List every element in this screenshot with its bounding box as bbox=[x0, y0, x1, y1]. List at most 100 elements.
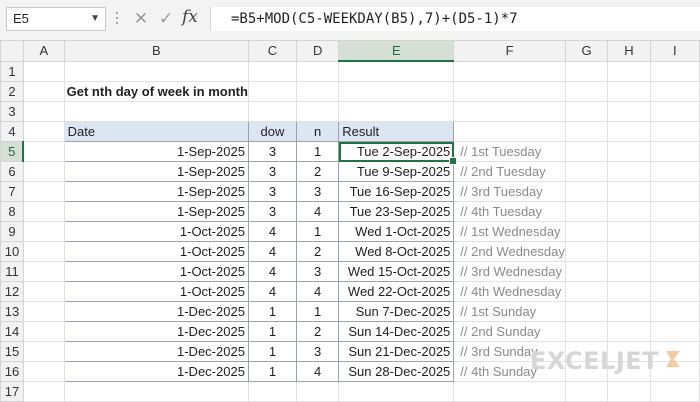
cell-f3[interactable] bbox=[453, 101, 566, 122]
cell-d15[interactable]: 3 bbox=[296, 341, 340, 362]
fx-icon[interactable]: fx bbox=[182, 7, 198, 27]
cell-a15[interactable] bbox=[22, 341, 65, 362]
column-header-f[interactable]: F bbox=[453, 40, 566, 62]
cell-b13[interactable]: 1-Dec-2025 bbox=[63, 301, 249, 322]
row-header-7[interactable]: 7 bbox=[0, 181, 24, 202]
cell-e3[interactable] bbox=[338, 101, 455, 122]
cell-i11[interactable] bbox=[649, 261, 700, 282]
cell-d10[interactable]: 2 bbox=[296, 241, 340, 262]
row-header-9[interactable]: 9 bbox=[0, 221, 24, 242]
cell-i14[interactable] bbox=[649, 321, 700, 342]
cell-c13[interactable]: 1 bbox=[247, 301, 298, 322]
row-header-2[interactable]: 2 bbox=[0, 81, 24, 102]
cell-c9[interactable]: 4 bbox=[247, 221, 298, 242]
cell-i6[interactable] bbox=[649, 161, 700, 182]
cell-b1[interactable] bbox=[63, 60, 249, 82]
row-header-11[interactable]: 11 bbox=[0, 261, 24, 282]
comment-note[interactable]: // 4th Tuesday bbox=[453, 201, 566, 222]
cell-b14[interactable]: 1-Dec-2025 bbox=[63, 321, 249, 342]
cell-d11[interactable]: 3 bbox=[296, 261, 340, 282]
cell-g8[interactable] bbox=[564, 201, 609, 222]
cell-c2[interactable] bbox=[247, 81, 298, 102]
cell-e2[interactable] bbox=[338, 81, 455, 102]
cell-d7[interactable]: 3 bbox=[296, 181, 340, 202]
cell-d1[interactable] bbox=[296, 60, 340, 82]
cell-e9[interactable]: Wed 1-Oct-2025 bbox=[338, 221, 455, 242]
cell-i2[interactable] bbox=[649, 81, 700, 102]
cell-g13[interactable] bbox=[564, 301, 609, 322]
cell-d5[interactable]: 1 bbox=[296, 141, 340, 162]
cell-i8[interactable] bbox=[649, 201, 700, 222]
column-header-h[interactable]: H bbox=[607, 40, 651, 62]
cell-e13[interactable]: Sun 7-Dec-2025 bbox=[338, 301, 455, 322]
cell-f4[interactable] bbox=[453, 121, 566, 142]
cell-d2[interactable] bbox=[296, 81, 340, 102]
cell-e5[interactable]: Tue 2-Sep-2025 bbox=[338, 141, 458, 166]
cell-b5[interactable]: 1-Sep-2025 bbox=[63, 141, 249, 162]
row-header-14[interactable]: 14 bbox=[0, 321, 24, 342]
cell-h11[interactable] bbox=[607, 261, 651, 282]
cell-i7[interactable] bbox=[649, 181, 700, 202]
cell-g12[interactable] bbox=[564, 281, 609, 302]
row-header-6[interactable]: 6 bbox=[0, 161, 24, 182]
row-header-5[interactable]: 5 bbox=[0, 141, 25, 162]
column-header-a[interactable]: A bbox=[22, 40, 65, 62]
row-header-13[interactable]: 13 bbox=[0, 301, 24, 322]
cell-h12[interactable] bbox=[607, 281, 651, 302]
cell-e1[interactable] bbox=[338, 60, 455, 82]
cell-d13[interactable]: 1 bbox=[296, 301, 340, 322]
cell-d14[interactable]: 2 bbox=[296, 321, 340, 342]
sheet-title[interactable]: Get nth day of week in month bbox=[63, 81, 249, 102]
row-header-1[interactable]: 1 bbox=[0, 60, 24, 82]
cell-a2[interactable] bbox=[22, 81, 65, 102]
comment-note[interactable]: // 1st Tuesday bbox=[453, 141, 566, 162]
cell-i3[interactable] bbox=[649, 101, 700, 122]
cell-a17[interactable] bbox=[22, 381, 65, 402]
cell-c6[interactable]: 3 bbox=[247, 161, 298, 182]
cell-g7[interactable] bbox=[564, 181, 609, 202]
cell-b9[interactable]: 1-Oct-2025 bbox=[63, 221, 249, 242]
column-header-c[interactable]: C bbox=[247, 40, 298, 62]
cell-e8[interactable]: Tue 23-Sep-2025 bbox=[338, 201, 455, 222]
cell-a3[interactable] bbox=[22, 101, 65, 122]
cell-i1[interactable] bbox=[649, 60, 700, 82]
cell-e6[interactable]: Tue 9-Sep-2025 bbox=[338, 161, 455, 182]
cell-g5[interactable] bbox=[564, 141, 609, 162]
cell-e16[interactable]: Sun 28-Dec-2025 bbox=[338, 361, 455, 382]
cell-a12[interactable] bbox=[22, 281, 65, 302]
cell-a11[interactable] bbox=[22, 261, 65, 282]
cell-g4[interactable] bbox=[564, 121, 609, 142]
cell-g14[interactable] bbox=[564, 321, 609, 342]
cell-h5[interactable] bbox=[607, 141, 651, 162]
cell-h13[interactable] bbox=[607, 301, 651, 322]
cell-b12[interactable]: 1-Oct-2025 bbox=[63, 281, 249, 302]
cell-a6[interactable] bbox=[22, 161, 65, 182]
cell-h3[interactable] bbox=[607, 101, 651, 122]
cell-c14[interactable]: 1 bbox=[247, 321, 298, 342]
cell-i9[interactable] bbox=[649, 221, 700, 242]
comment-note[interactable]: // 1st Wednesday bbox=[453, 221, 566, 242]
comment-note[interactable]: // 4th Wednesday bbox=[453, 281, 566, 302]
cell-e10[interactable]: Wed 8-Oct-2025 bbox=[338, 241, 455, 262]
column-header-d[interactable]: D bbox=[296, 40, 340, 62]
cell-f2[interactable] bbox=[453, 81, 566, 102]
cell-b8[interactable]: 1-Sep-2025 bbox=[63, 201, 249, 222]
row-header-3[interactable]: 3 bbox=[0, 101, 24, 122]
cell-a5[interactable] bbox=[22, 141, 65, 162]
cell-a7[interactable] bbox=[22, 181, 65, 202]
cell-i5[interactable] bbox=[649, 141, 700, 162]
row-header-12[interactable]: 12 bbox=[0, 281, 24, 302]
cell-h10[interactable] bbox=[607, 241, 651, 262]
cell-i4[interactable] bbox=[649, 121, 700, 142]
row-header-17[interactable]: 17 bbox=[0, 381, 24, 402]
cell-d8[interactable]: 4 bbox=[296, 201, 340, 222]
cell-g17[interactable] bbox=[564, 381, 609, 402]
cell-d3[interactable] bbox=[296, 101, 340, 122]
cell-d6[interactable]: 2 bbox=[296, 161, 340, 182]
cell-h1[interactable] bbox=[607, 60, 651, 82]
header-n[interactable]: n bbox=[296, 121, 340, 142]
cell-h6[interactable] bbox=[607, 161, 651, 182]
formula-input[interactable]: =B5+MOD(C5-WEEKDAY(B5),7)+(D5-1)*7 bbox=[210, 7, 700, 31]
check-icon[interactable]: ✓ bbox=[155, 8, 177, 30]
select-all-corner[interactable] bbox=[0, 40, 24, 62]
